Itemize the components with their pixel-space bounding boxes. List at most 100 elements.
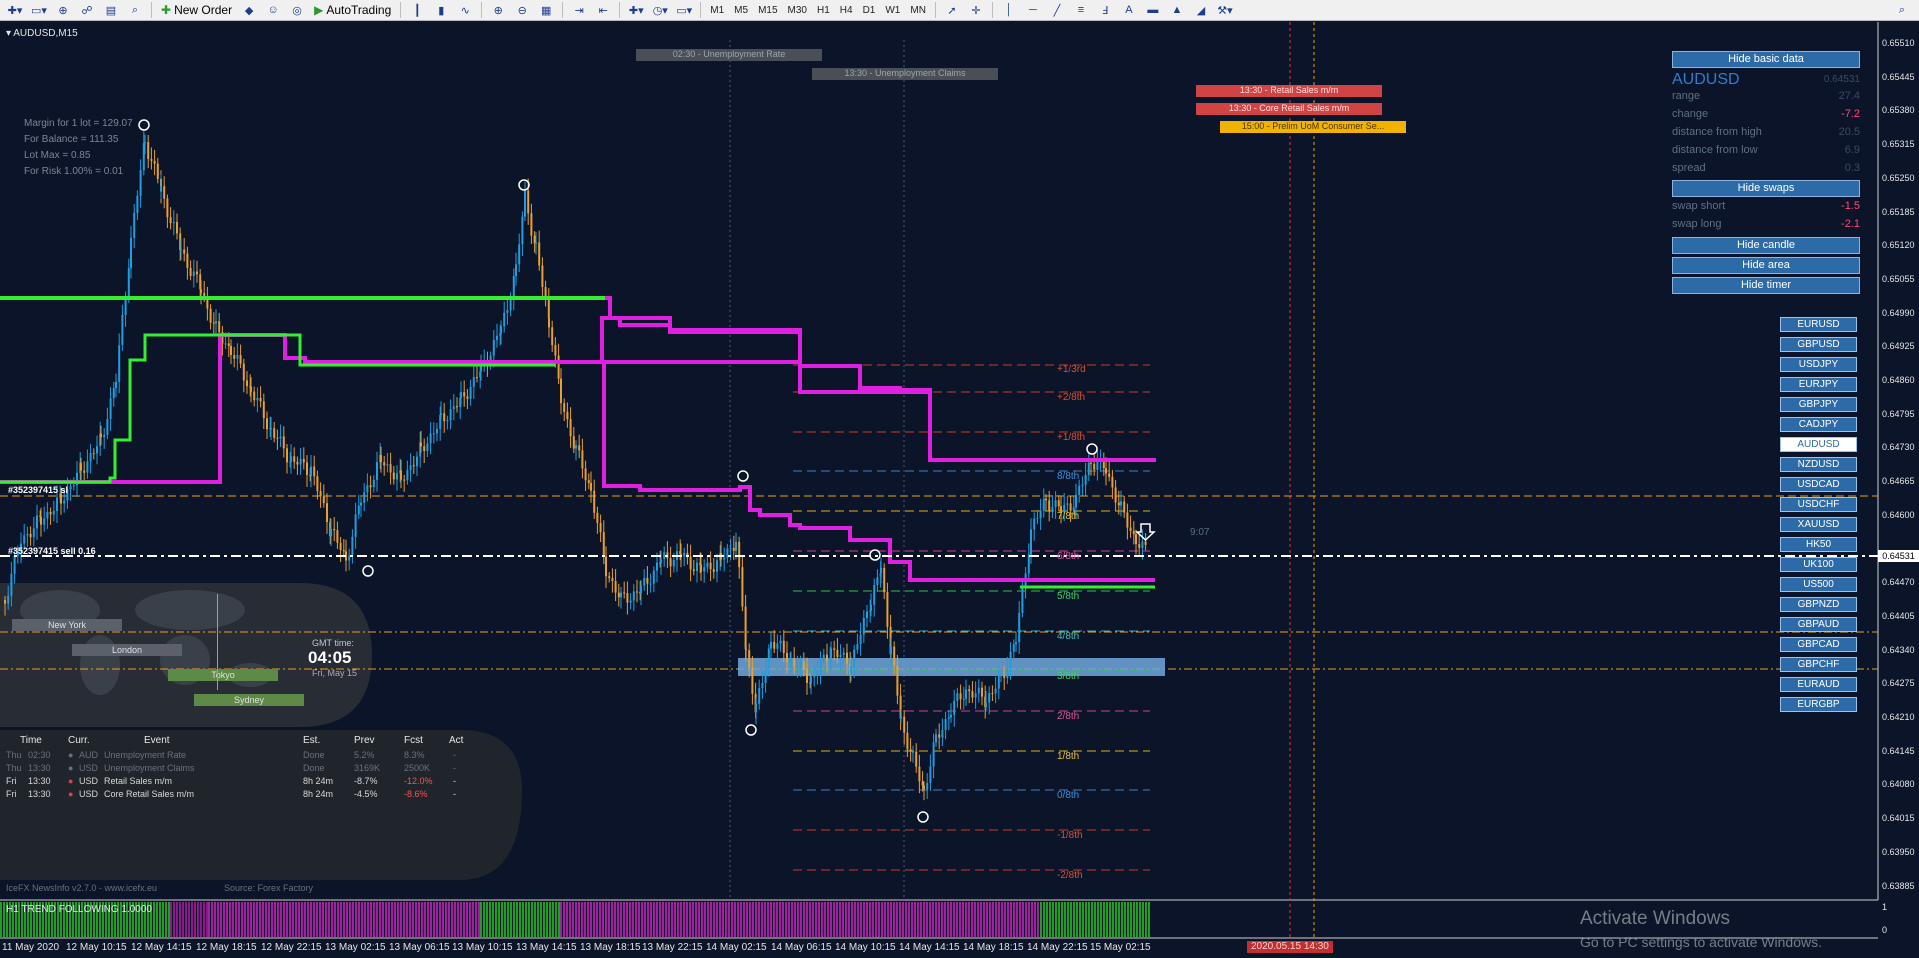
symbol-button-cadjpy[interactable]: CADJPY: [1780, 417, 1857, 432]
price-chart[interactable]: [0, 22, 1919, 958]
text-label-icon[interactable]: ▬: [1142, 2, 1164, 19]
symbol-button-gbpcad[interactable]: GBPCAD: [1780, 637, 1857, 652]
histogram-bar: [794, 902, 796, 937]
vertical-line-icon[interactable]: │: [998, 2, 1020, 19]
histogram-bar: [983, 902, 985, 937]
shapes-icon[interactable]: ◢: [1190, 2, 1212, 19]
navigator-icon[interactable]: ▤: [100, 2, 122, 19]
candle-chart-icon[interactable]: ▮: [430, 2, 452, 19]
timeframe-w1[interactable]: W1: [881, 5, 904, 16]
histogram-bar: [578, 902, 580, 937]
arrows-icon[interactable]: ▲: [1166, 2, 1188, 19]
candle-body: [842, 652, 845, 655]
symbol-button-gbpusd[interactable]: GBPUSD: [1780, 337, 1857, 352]
new-chart-icon[interactable]: ✚▾: [4, 2, 26, 19]
candle-body: [649, 583, 652, 585]
bar-chart-icon[interactable]: ┃: [406, 2, 428, 19]
metaeditor-icon[interactable]: ◆: [238, 2, 260, 19]
symbol-button-gbpnzd[interactable]: GBPNZD: [1780, 597, 1857, 612]
symbol-button-euraud[interactable]: EURAUD: [1780, 677, 1857, 692]
autotrading-button[interactable]: ▶ AutoTrading: [310, 2, 395, 19]
histogram-bar: [704, 902, 706, 937]
hide-area-button[interactable]: Hide area: [1672, 257, 1860, 274]
equidistant-channel-icon[interactable]: ≡: [1070, 2, 1092, 19]
news-tag-prelim-uom[interactable]: 15:00 - Prelim UoM Consumer Se...: [1220, 121, 1406, 133]
histogram-bar: [340, 902, 342, 937]
sell-order-label[interactable]: #352397415 sell 0.16: [8, 546, 96, 556]
timeframe-m5[interactable]: M5: [730, 5, 752, 16]
timeframe-m1[interactable]: M1: [706, 5, 728, 16]
periods-icon[interactable]: ◷▾: [649, 2, 671, 19]
news-time: 13:30: [28, 776, 51, 786]
hide-candle-button[interactable]: Hide candle: [1672, 237, 1860, 254]
timeframe-mn[interactable]: MN: [906, 5, 930, 16]
zoom-out-icon[interactable]: ⊖: [511, 2, 533, 19]
symbol-button-gbpchf[interactable]: GBPCHF: [1780, 657, 1857, 672]
histogram-bar: [737, 902, 739, 937]
horizontal-line-icon[interactable]: ─: [1022, 2, 1044, 19]
trendline-icon[interactable]: ╱: [1046, 2, 1068, 19]
hide-basic-data-button[interactable]: Hide basic data: [1672, 51, 1860, 68]
timeframe-h1[interactable]: H1: [813, 5, 834, 16]
chart-shift-icon[interactable]: ⇤: [592, 2, 614, 19]
market-watch-icon[interactable]: ⊕: [52, 2, 74, 19]
cursor-icon[interactable]: ➚: [941, 2, 963, 19]
data-window-icon[interactable]: ☍: [76, 2, 98, 19]
zoom-in-icon[interactable]: ⊕: [487, 2, 509, 19]
symbol-button-uk100[interactable]: UK100: [1780, 557, 1857, 572]
new-order-button[interactable]: ✚ New Order: [157, 2, 236, 19]
news-tag-unemployment-rate[interactable]: 02:30 - Unemployment Rate: [636, 49, 822, 61]
support-zone[interactable]: [738, 658, 1165, 676]
fibonacci-icon[interactable]: Ⅎ: [1094, 2, 1116, 19]
hide-swaps-button[interactable]: Hide swaps: [1672, 180, 1860, 197]
histogram-bar: [430, 902, 432, 937]
news-tag-unemployment-claims[interactable]: 13:30 - Unemployment Claims: [812, 68, 998, 80]
symbol-button-gbpjpy[interactable]: GBPJPY: [1780, 397, 1857, 412]
symbol-button-usdcad[interactable]: USDCAD: [1780, 477, 1857, 492]
hide-timer-button[interactable]: Hide timer: [1672, 277, 1860, 294]
candle-body: [376, 462, 378, 480]
symbol-button-eurjpy[interactable]: EURJPY: [1780, 377, 1857, 392]
profiles-icon[interactable]: ▭▾: [28, 2, 50, 19]
symbol-button-gbpaud[interactable]: GBPAUD: [1780, 617, 1857, 632]
symbol-button-nzdusd[interactable]: NZDUSD: [1780, 457, 1857, 472]
symbol-button-eurusd[interactable]: EURUSD: [1780, 317, 1857, 332]
histogram-bar: [1139, 902, 1141, 937]
terminal-icon[interactable]: ⌕: [124, 2, 146, 19]
candle-body: [153, 160, 156, 164]
experts-icon[interactable]: ☺: [262, 2, 284, 19]
symbol-button-us500[interactable]: US500: [1780, 577, 1857, 592]
symbol-button-usdjpy[interactable]: USDJPY: [1780, 357, 1857, 372]
sl-order-label[interactable]: #352397415 sl: [8, 485, 68, 495]
timeframe-h4[interactable]: H4: [836, 5, 857, 16]
signals-icon[interactable]: ◎: [286, 2, 308, 19]
more-tools-icon[interactable]: ⚒▾: [1214, 2, 1236, 19]
candle-body: [1105, 468, 1107, 474]
histogram-bar: [956, 902, 958, 937]
news-tag-core-retail-sales[interactable]: 13:30 - Core Retail Sales m/m: [1196, 103, 1382, 115]
histogram-bar: [156, 902, 158, 937]
timeframe-d1[interactable]: D1: [859, 5, 880, 16]
text-icon[interactable]: A: [1118, 2, 1140, 19]
histogram-bar: [498, 902, 500, 937]
timeframe-m15[interactable]: M15: [754, 5, 781, 16]
indicators-icon[interactable]: ✚▾: [625, 2, 647, 19]
timeframe-m30[interactable]: M30: [784, 5, 811, 16]
histogram-bar: [1097, 902, 1099, 937]
crosshair-icon[interactable]: ✛: [965, 2, 987, 19]
line-chart-icon[interactable]: ∿: [454, 2, 476, 19]
symbol-button-hk50[interactable]: HK50: [1780, 537, 1857, 552]
news-header-event: Event: [144, 735, 170, 746]
symbol-button-audusd[interactable]: AUDUSD: [1780, 437, 1857, 452]
tile-windows-icon[interactable]: ▦: [535, 2, 557, 19]
templates-icon[interactable]: ▭▾: [673, 2, 695, 19]
candle-body: [130, 237, 132, 269]
symbol-button-xauusd[interactable]: XAUUSD: [1780, 517, 1857, 532]
search-icon[interactable]: ⌕: [1891, 2, 1913, 19]
histogram-bar: [569, 902, 571, 937]
news-tag-retail-sales[interactable]: 13:30 - Retail Sales m/m: [1196, 85, 1382, 97]
histogram-bar: [854, 902, 856, 937]
symbol-button-eurgbp[interactable]: EURGBP: [1780, 697, 1857, 712]
autoscroll-icon[interactable]: ⇥: [568, 2, 590, 19]
symbol-button-usdchf[interactable]: USDCHF: [1780, 497, 1857, 512]
